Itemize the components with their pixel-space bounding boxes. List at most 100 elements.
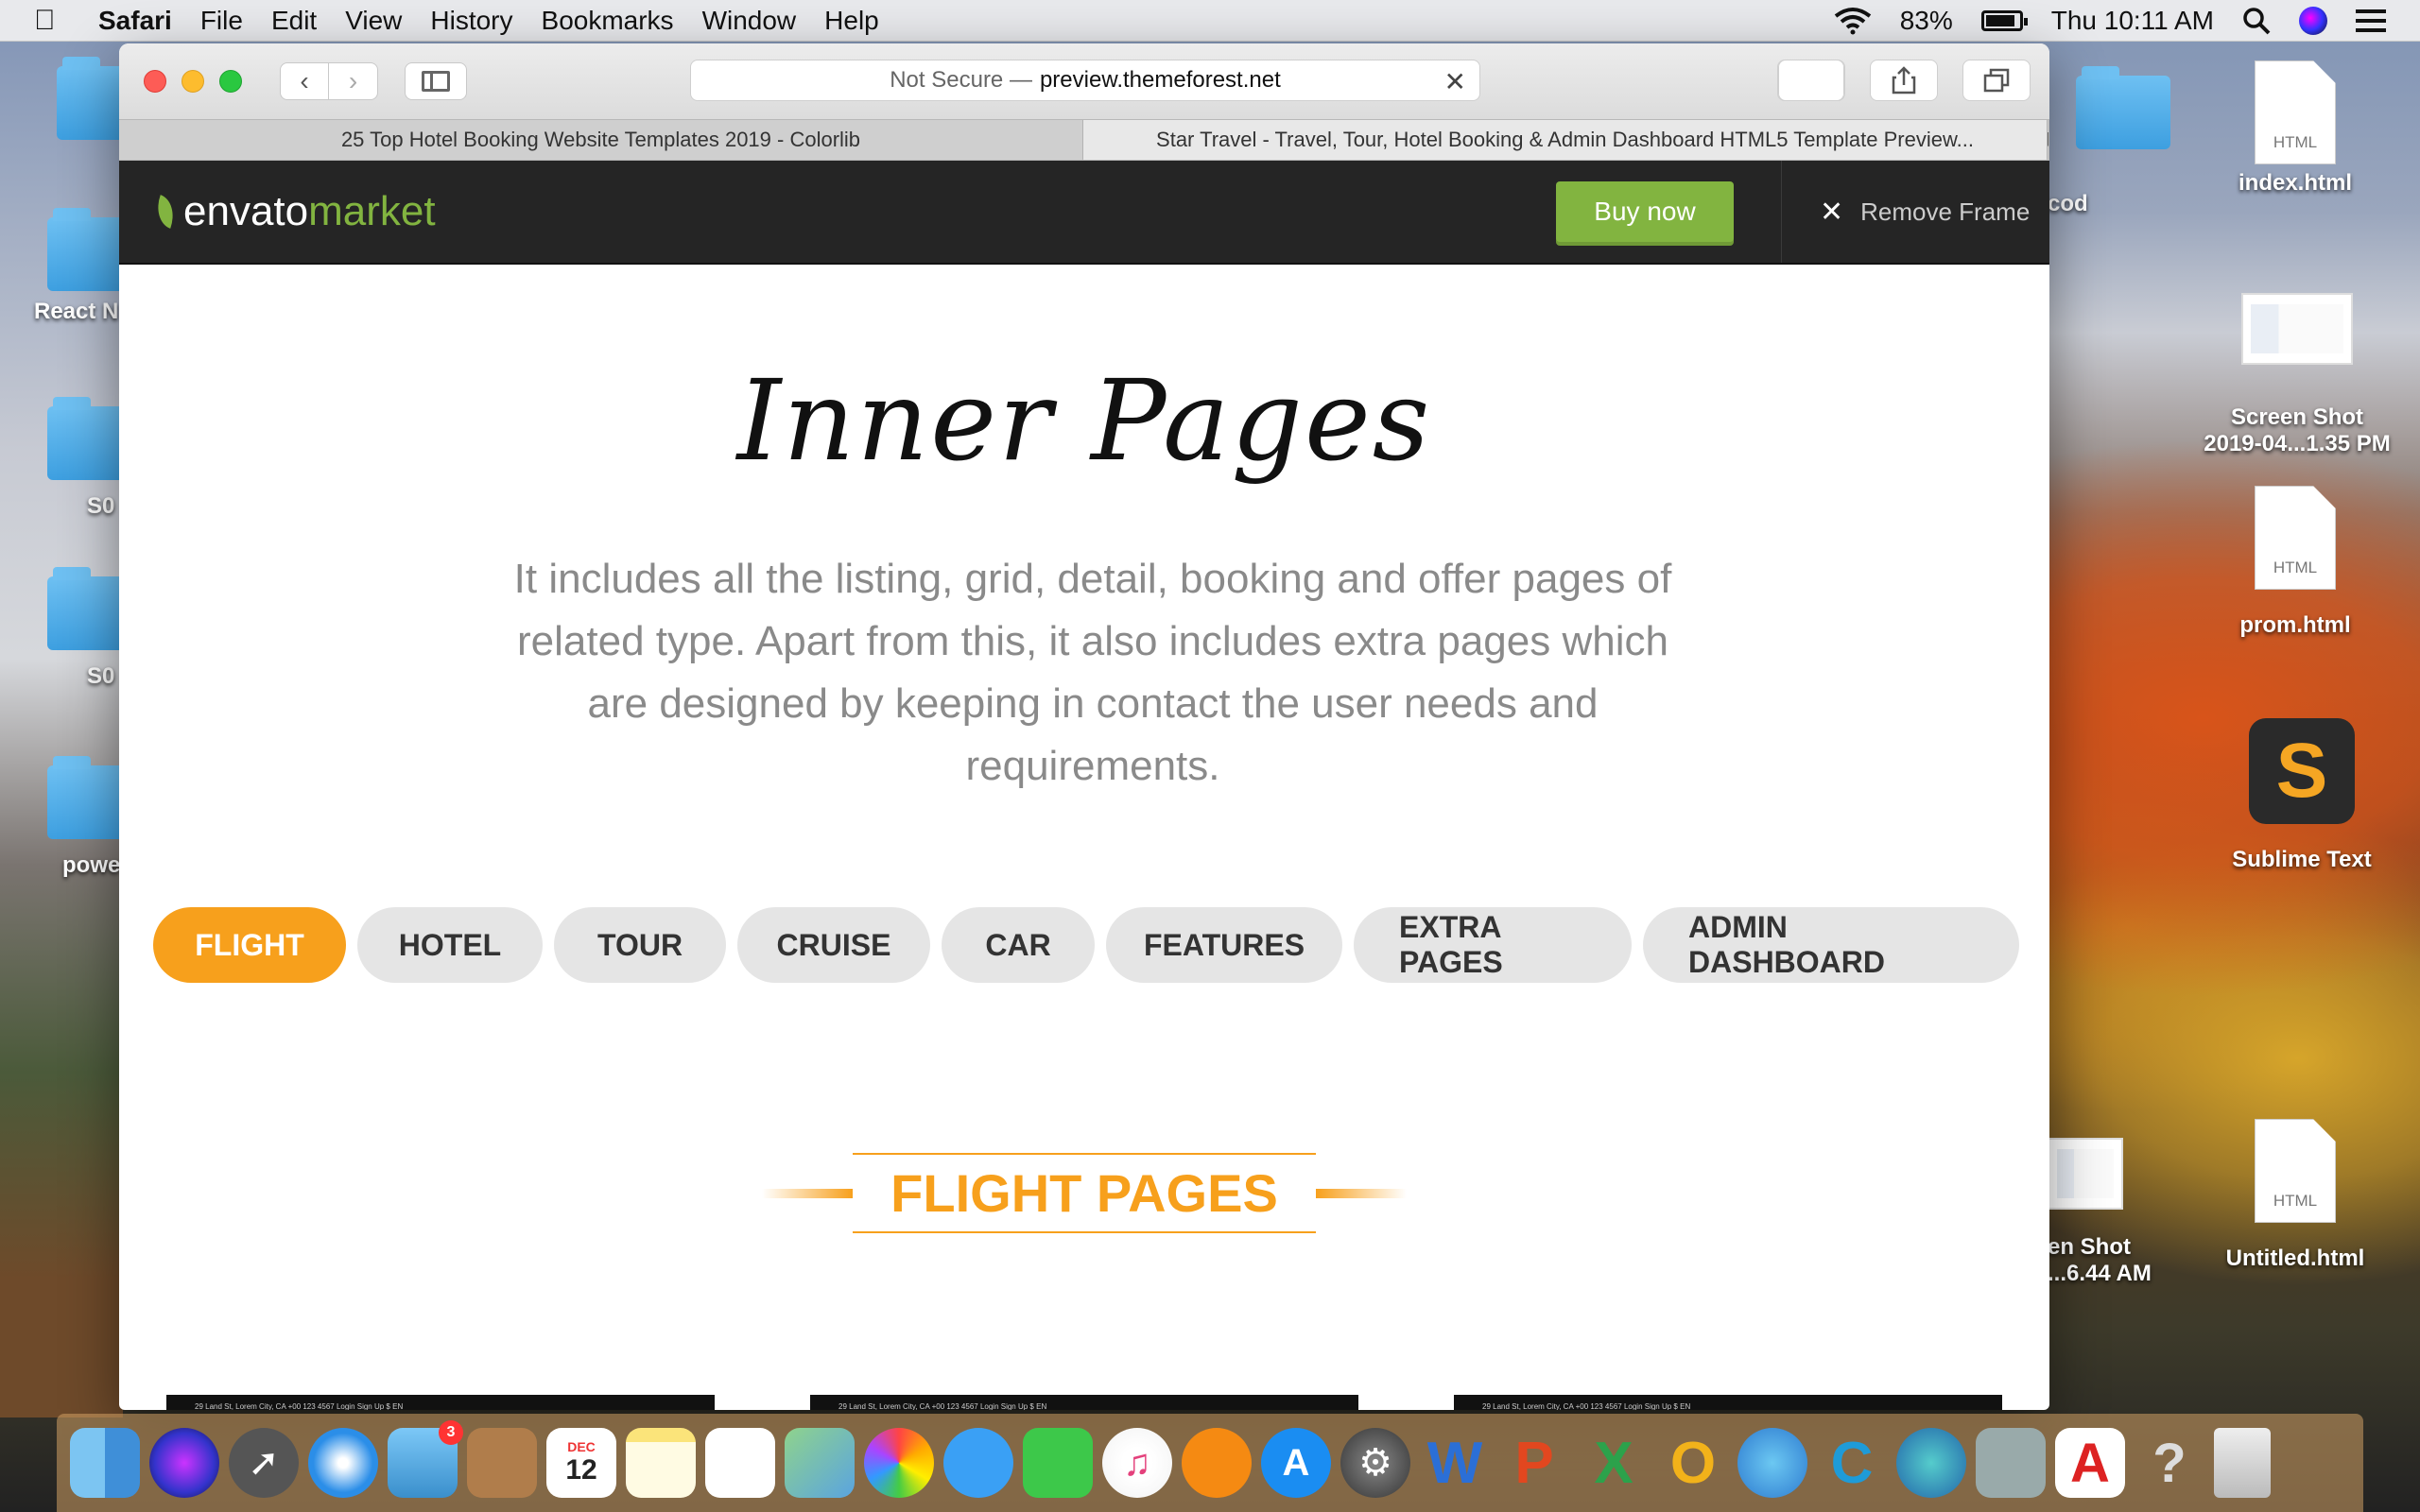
forward-button[interactable]: › bbox=[329, 62, 378, 100]
contacts-icon[interactable] bbox=[467, 1428, 537, 1498]
c-app-icon[interactable]: C bbox=[1817, 1428, 1887, 1498]
notes-icon[interactable] bbox=[626, 1428, 696, 1498]
page-thumbnail[interactable]: 29 Land St, Lorem City, CA +00 123 4567 … bbox=[166, 1395, 715, 1410]
menu-edit[interactable]: Edit bbox=[271, 6, 317, 36]
desktop-file-index[interactable]: HTML index.html bbox=[2238, 60, 2352, 197]
menu-file[interactable]: File bbox=[200, 6, 243, 36]
system-preferences-icon[interactable]: ⚙ bbox=[1340, 1428, 1410, 1498]
filter-hotel[interactable]: HOTEL bbox=[357, 907, 543, 983]
menu-view[interactable]: View bbox=[345, 6, 402, 36]
facetime-icon[interactable] bbox=[1023, 1428, 1093, 1498]
menu-clock[interactable]: Thu 10:11 AM bbox=[2051, 6, 2214, 36]
menu-bar:  Safari File Edit View History Bookmark… bbox=[0, 0, 2420, 42]
share-icon bbox=[1892, 66, 1916, 94]
spotlight-search-icon[interactable] bbox=[2242, 7, 2271, 35]
help-icon[interactable]: ? bbox=[2135, 1428, 2204, 1498]
filter-admin-dashboard[interactable]: ADMIN DASHBOARD bbox=[1643, 907, 2019, 983]
filter-car[interactable]: CAR bbox=[942, 907, 1095, 983]
desktop-file-untitled[interactable]: HTML Untitled.html bbox=[2203, 1119, 2388, 1272]
desktop-folder-right[interactable]: cod bbox=[2048, 66, 2180, 217]
heading-decoration-left bbox=[762, 1188, 854, 1198]
filter-flight[interactable]: FLIGHT bbox=[153, 907, 346, 983]
desktop-file-prom[interactable]: HTML prom.html bbox=[2238, 486, 2352, 639]
desktop-app-sublime[interactable]: S Sublime Text bbox=[2212, 718, 2392, 873]
filter-cruise[interactable]: CRUISE bbox=[737, 907, 930, 983]
fullscreen-window-button[interactable] bbox=[219, 70, 242, 93]
menu-history[interactable]: History bbox=[430, 6, 512, 36]
page-thumbnail[interactable]: 29 Land St, Lorem City, CA +00 123 4567 … bbox=[810, 1395, 1358, 1410]
minimize-window-button[interactable] bbox=[182, 70, 204, 93]
address-bar[interactable]: Not Secure — preview.themeforest.net ✕ bbox=[690, 60, 1480, 101]
battery-icon[interactable] bbox=[1980, 9, 2028, 31]
word-icon[interactable]: W bbox=[1420, 1428, 1490, 1498]
trash-icon[interactable] bbox=[2214, 1428, 2271, 1498]
sidebar-icon bbox=[422, 71, 450, 92]
network-icon[interactable] bbox=[1976, 1428, 2046, 1498]
page-thumbnail[interactable]: 29 Land St, Lorem City, CA +00 123 4567 … bbox=[1454, 1395, 2002, 1410]
traffic-lights bbox=[144, 70, 242, 93]
share-button[interactable] bbox=[1870, 60, 1938, 101]
apple-menu-icon[interactable]:  bbox=[34, 5, 76, 37]
download-icon bbox=[1778, 60, 1844, 101]
notification-center-icon[interactable] bbox=[2356, 9, 2386, 32]
calendar-icon[interactable]: DEC 12 bbox=[546, 1428, 616, 1498]
calendar-month: DEC bbox=[567, 1439, 596, 1454]
tab-star-travel[interactable]: Star Travel - Travel, Tour, Hotel Bookin… bbox=[1083, 120, 2048, 160]
chevron-right-icon: › bbox=[348, 66, 358, 95]
siri-icon[interactable] bbox=[149, 1428, 219, 1498]
menu-app-name[interactable]: Safari bbox=[98, 6, 172, 36]
close-window-button[interactable] bbox=[144, 70, 166, 93]
menu-window[interactable]: Window bbox=[702, 6, 797, 36]
desktop-screenshot-2[interactable]: en Shot ...6.44 AM bbox=[2048, 1138, 2170, 1287]
outlook-icon[interactable]: O bbox=[1658, 1428, 1728, 1498]
battery-percent[interactable]: 83% bbox=[1900, 6, 1953, 36]
section-title: FLIGHT PAGES bbox=[853, 1153, 1316, 1233]
wifi-icon[interactable] bbox=[1834, 7, 1872, 35]
filter-features[interactable]: FEATURES bbox=[1106, 907, 1342, 983]
tab-title: Star Travel - Travel, Tour, Hotel Bookin… bbox=[1156, 128, 1974, 151]
photos-icon[interactable] bbox=[864, 1428, 934, 1498]
itunes-icon[interactable]: ♫ bbox=[1102, 1428, 1172, 1498]
tab-colorlib[interactable]: 25 Top Hotel Booking Website Templates 2… bbox=[119, 120, 1083, 160]
remove-frame-button[interactable]: ✕ Remove Frame bbox=[1781, 161, 2049, 263]
powerpoint-icon[interactable]: P bbox=[1499, 1428, 1569, 1498]
chevron-left-icon: ‹ bbox=[300, 66, 309, 95]
launchpad-icon[interactable]: ➚ bbox=[229, 1428, 299, 1498]
toolbar-right-buttons bbox=[1777, 60, 2031, 101]
new-tab-button[interactable]: + bbox=[2048, 120, 2049, 160]
downloader-icon[interactable] bbox=[1896, 1428, 1966, 1498]
sublime-text-icon: S bbox=[2249, 718, 2355, 824]
app-store-icon[interactable]: A bbox=[1261, 1428, 1331, 1498]
siri-icon[interactable] bbox=[2299, 6, 2327, 35]
sidebar-toggle-button[interactable] bbox=[405, 62, 467, 100]
stop-loading-icon[interactable]: ✕ bbox=[1444, 66, 1466, 97]
downloads-button[interactable] bbox=[1777, 60, 1845, 101]
desktop-file-label: Screen Shot bbox=[2230, 404, 2364, 430]
desktop-cod-label: cod bbox=[2048, 191, 2088, 216]
messages-icon[interactable] bbox=[943, 1428, 1013, 1498]
buy-now-button[interactable]: Buy now bbox=[1556, 181, 1734, 242]
tab-overview-button[interactable] bbox=[1962, 60, 2031, 101]
mail-icon[interactable]: 3 bbox=[388, 1420, 463, 1498]
history-nav: ‹ › bbox=[280, 62, 378, 100]
envato-frame-bar: envato market Buy now ✕ Remove Frame bbox=[119, 161, 2049, 265]
tab-bar: 25 Top Hotel Booking Website Templates 2… bbox=[119, 119, 2049, 161]
maps-icon[interactable] bbox=[785, 1428, 855, 1498]
autocad-icon[interactable]: A bbox=[2055, 1428, 2125, 1498]
reminders-icon[interactable] bbox=[705, 1428, 775, 1498]
messenger-icon[interactable] bbox=[1737, 1428, 1807, 1498]
finder-icon[interactable] bbox=[70, 1428, 140, 1498]
menu-bookmarks[interactable]: Bookmarks bbox=[542, 6, 674, 36]
html-file-icon: HTML bbox=[2255, 1119, 2336, 1223]
html-file-icon: HTML bbox=[2255, 486, 2336, 590]
menu-help[interactable]: Help bbox=[824, 6, 879, 36]
safari-icon[interactable] bbox=[308, 1428, 378, 1498]
ibooks-icon[interactable] bbox=[1182, 1428, 1252, 1498]
envato-market-logo[interactable]: envato market bbox=[150, 188, 436, 235]
desktop-screenshot-1[interactable]: Screen Shot 2019-04...1.35 PM bbox=[2184, 293, 2411, 457]
desktop-file-label-line2: 2019-04...1.35 PM bbox=[2204, 431, 2391, 456]
filter-tour[interactable]: TOUR bbox=[554, 907, 726, 983]
excel-icon[interactable]: X bbox=[1579, 1428, 1649, 1498]
back-button[interactable]: ‹ bbox=[280, 62, 329, 100]
filter-extra-pages[interactable]: EXTRA PAGES bbox=[1354, 907, 1632, 983]
